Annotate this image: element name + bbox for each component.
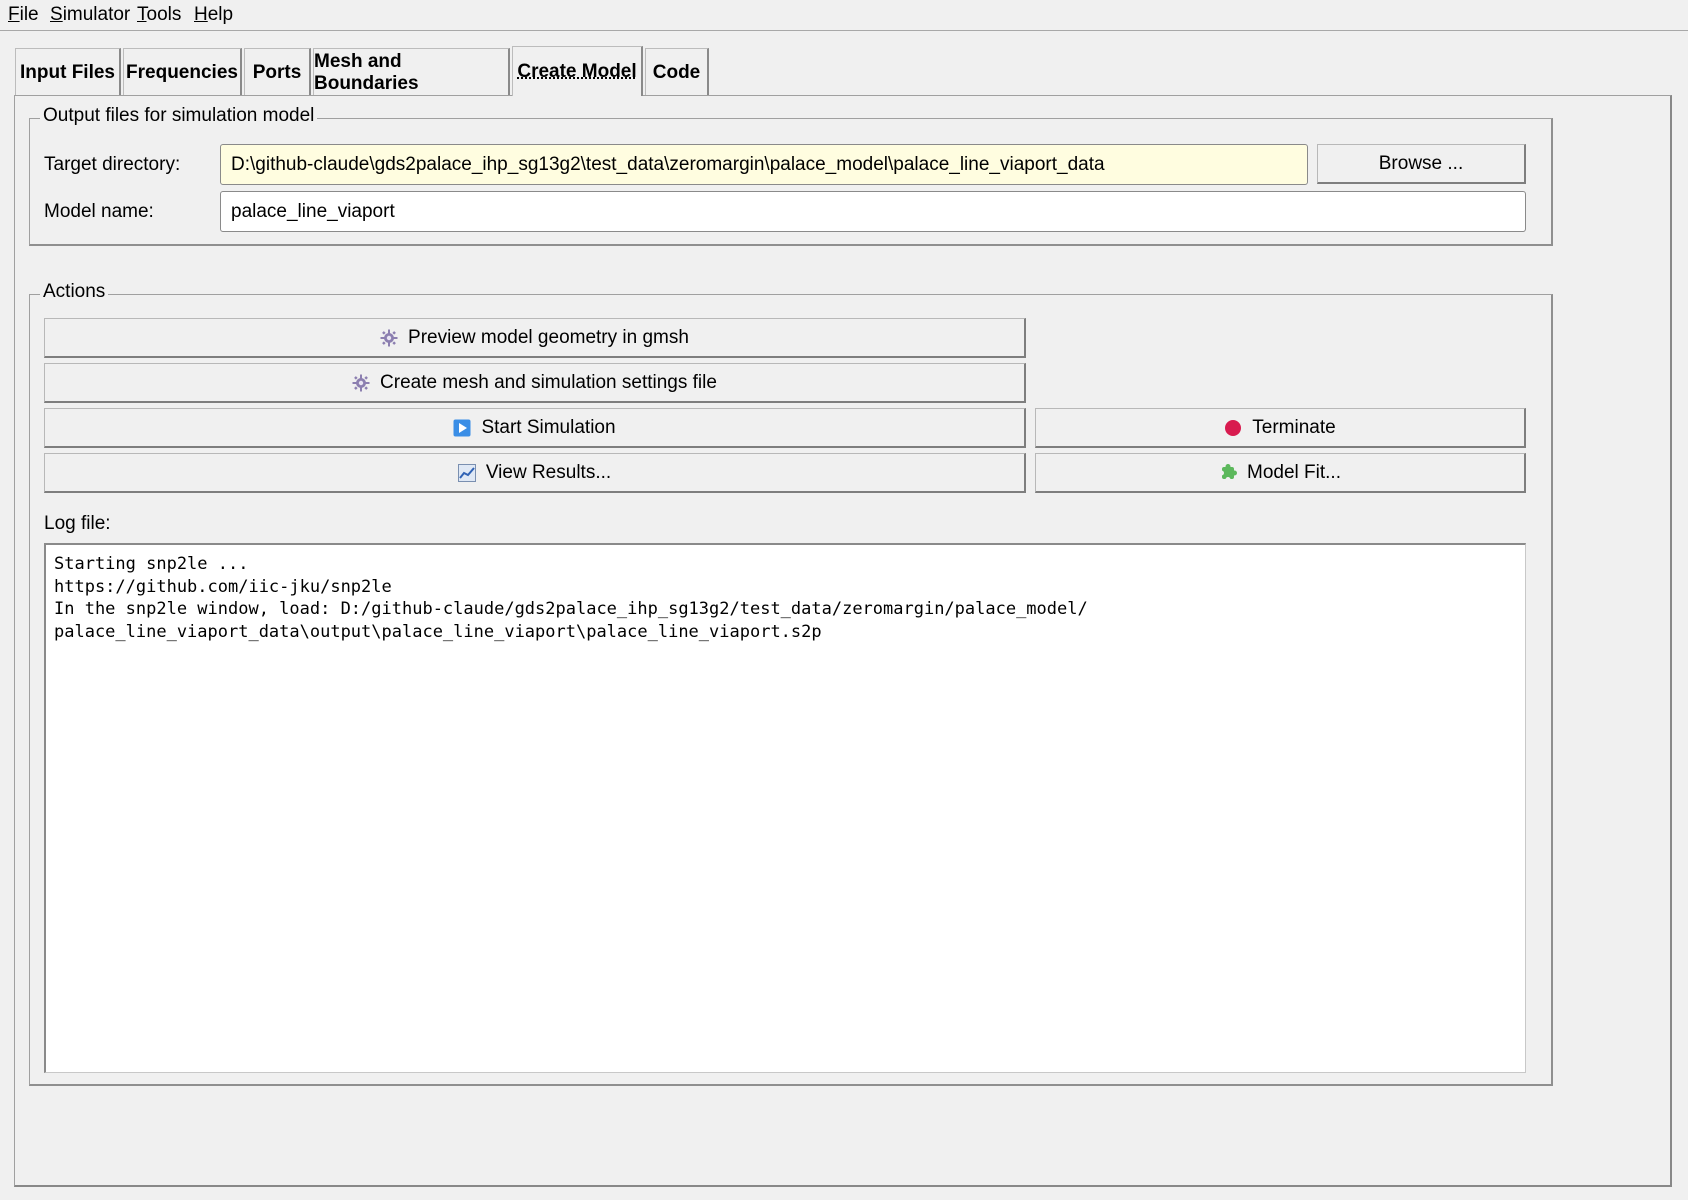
log-line: palace_line_viaport_data\output\palace_l… <box>54 621 822 642</box>
target-directory-label: Target directory: <box>44 154 181 175</box>
actions-group: Actions Preview model geometry in gmsh C… <box>29 281 1553 1086</box>
log-textarea[interactable]: Starting snp2le ... https://github.com/ii… <box>44 543 1526 1073</box>
output-files-group: Output files for simulation model Target… <box>29 105 1553 246</box>
puzzle-icon <box>1219 463 1237 482</box>
model-name-label: Model name: <box>44 201 154 222</box>
start-simulation-button[interactable]: Start Simulation <box>44 408 1026 448</box>
menu-help[interactable]: Help <box>194 4 233 26</box>
menu-file[interactable]: File <box>8 4 39 26</box>
model-name-field[interactable]: palace_line_viaport <box>220 191 1526 232</box>
chart-icon <box>457 463 476 482</box>
view-results-button[interactable]: View Results... <box>44 453 1026 493</box>
stop-icon <box>1224 419 1242 437</box>
model-fit-button[interactable]: Model Fit... <box>1035 453 1526 493</box>
menu-tools[interactable]: Tools <box>137 4 181 26</box>
terminate-button[interactable]: Terminate <box>1035 408 1526 448</box>
tab-ports[interactable]: Ports <box>244 48 311 96</box>
create-mesh-button[interactable]: Create mesh and simulation settings file <box>44 363 1026 403</box>
gear-icon <box>352 374 370 392</box>
log-line: In the snp2le window, load: D:/github-cl… <box>54 599 1088 619</box>
create-model-panel: Output files for simulation model Target… <box>14 95 1672 1187</box>
tab-input-files[interactable]: Input Files <box>15 48 121 96</box>
log-file-label: Log file: <box>44 513 111 534</box>
tab-create-model[interactable]: Create Model <box>512 46 643 96</box>
play-icon <box>453 419 471 437</box>
preview-geometry-button[interactable]: Preview model geometry in gmsh <box>44 318 1026 358</box>
tab-code[interactable]: Code <box>645 48 709 96</box>
actions-group-title: Actions <box>40 281 109 303</box>
menu-bar: File Simulator Tools Help <box>0 0 1688 31</box>
output-files-group-title: Output files for simulation model <box>40 105 318 127</box>
menu-simulator[interactable]: Simulator <box>50 4 130 26</box>
tab-mesh-and-boundaries[interactable]: Mesh and Boundaries <box>313 48 510 96</box>
log-line: Starting snp2le ... <box>54 554 249 574</box>
tab-frequencies[interactable]: Frequencies <box>123 48 242 96</box>
target-directory-field[interactable]: D:\github-claude\gds2palace_ihp_sg13g2\t… <box>220 144 1308 185</box>
log-line: https://github.com/iic-jku/snp2le <box>54 576 392 597</box>
browse-button[interactable]: Browse ... <box>1317 144 1526 184</box>
gear-icon <box>380 329 398 347</box>
